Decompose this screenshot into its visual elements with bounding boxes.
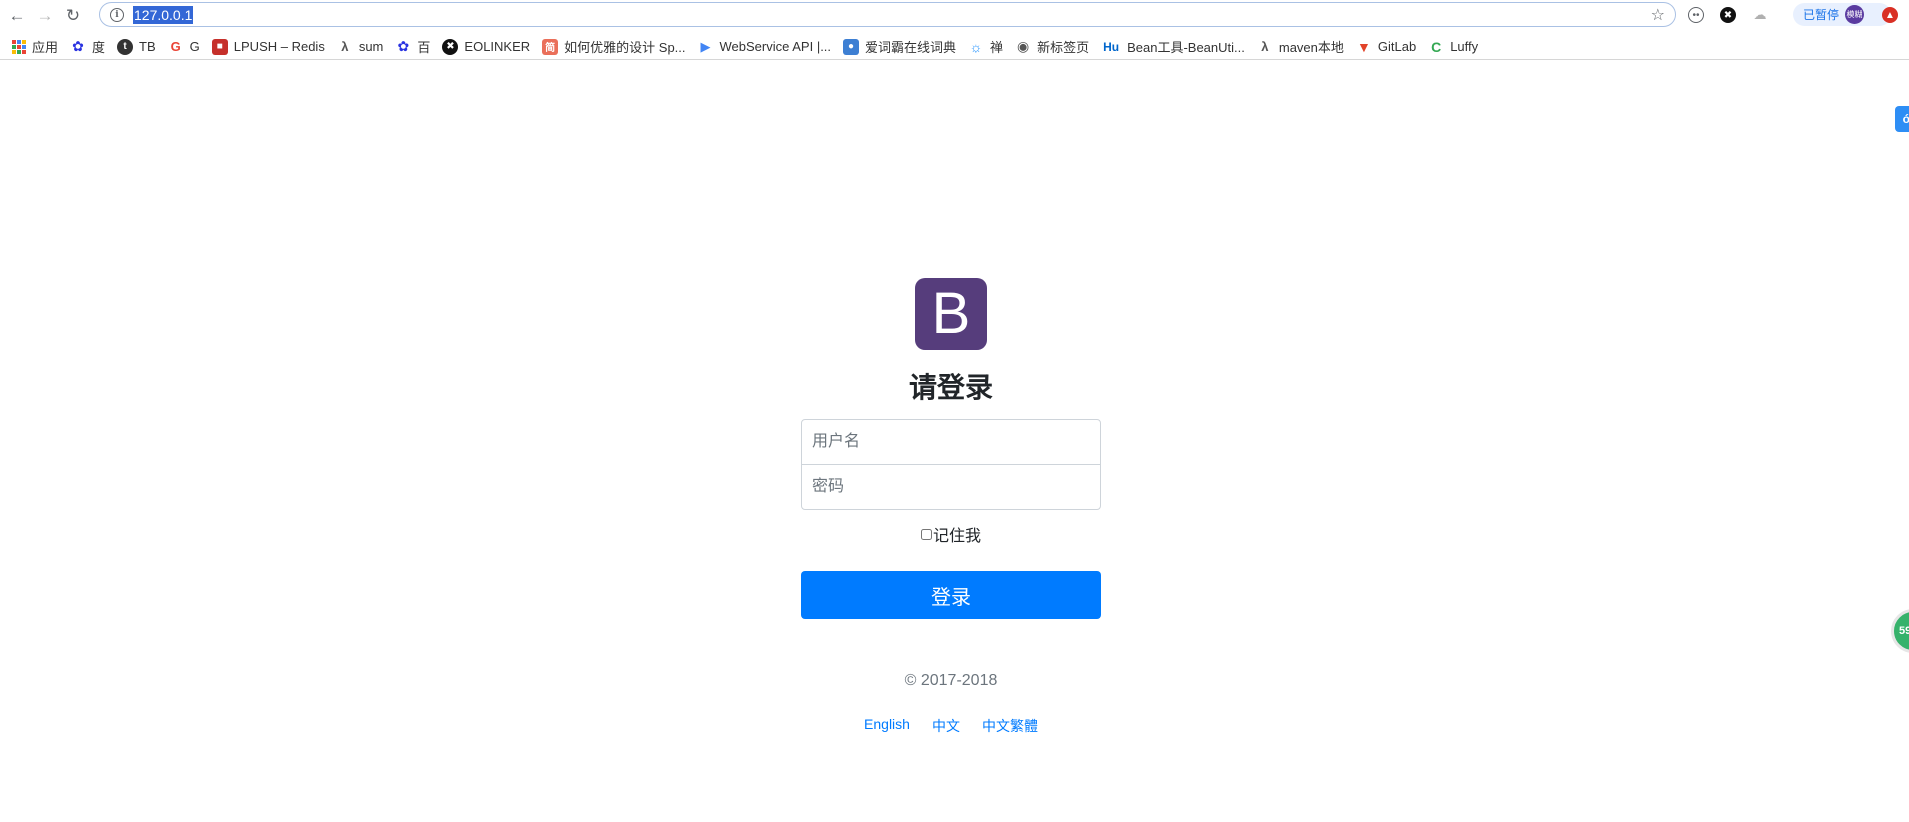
iciba-icon: ● xyxy=(843,38,860,55)
eolinker-icon: ✖ xyxy=(442,38,459,55)
bookmark-label: 禅 xyxy=(990,40,1004,55)
bookmark-zen[interactable]: ☼ 禅 xyxy=(962,36,1009,58)
forward-arrow-icon[interactable]: → xyxy=(34,4,56,26)
bookmark-iciba[interactable]: ● 爱词霸在线词典 xyxy=(837,36,962,58)
bookmarks-bar: 应用 ✿ 度 t TB G G ■ LPUSH – Redis λ sum ✿ … xyxy=(0,34,1909,60)
bookmark-label: G xyxy=(189,39,200,54)
bookmark-gitlab[interactable]: ▼ GitLab xyxy=(1350,36,1422,58)
profile-avatar: 模糊 xyxy=(1845,5,1865,24)
jian-icon: 简 xyxy=(542,38,559,55)
lang-zh-simplified-link[interactable]: 中文 xyxy=(932,716,960,736)
side-feedback-tab[interactable]: ó xyxy=(1895,106,1909,132)
signin-heading: 请登录 xyxy=(908,372,993,403)
language-switcher: English 中文 中文繁體 xyxy=(801,716,1101,736)
c-circle-icon: C xyxy=(1431,38,1442,55)
bookmark-label: GitLab xyxy=(1377,39,1417,54)
bookmark-eolinker[interactable]: ✖ EOLINKER xyxy=(436,36,536,58)
remember-me-row[interactable]: 记住我 xyxy=(801,522,1101,546)
browser-toolbar: ← → ↻ i 127.0.0.1 ☆ •• ✖ ☁ 已暂停 模糊 ▲ xyxy=(0,0,1909,30)
bookmark-label: maven本地 xyxy=(1278,40,1344,55)
profile-paused-button[interactable]: 已暂停 模糊 xyxy=(1793,3,1891,26)
redis-cube-icon: ■ xyxy=(211,38,228,55)
ghost-extension-icon[interactable]: •• xyxy=(1688,7,1704,23)
lang-zh-traditional-link[interactable]: 中文繁體 xyxy=(982,716,1038,736)
zen-spiral-icon: ☼ xyxy=(969,38,983,55)
t-circle-icon: t xyxy=(117,38,134,55)
bootstrap-logo-icon: B xyxy=(915,278,987,350)
bookmark-newtab[interactable]: ◉ 新标签页 xyxy=(1009,36,1095,58)
bookmark-label: EOLINKER xyxy=(464,39,531,54)
bookmark-label: LPUSH – Redis xyxy=(233,39,325,54)
lambda-icon: λ xyxy=(1261,39,1269,54)
baidu-paw-icon: ✿ xyxy=(72,38,84,54)
bookmark-maven[interactable]: λ maven本地 xyxy=(1251,36,1350,58)
bookmark-label: 如何优雅的设计 Sp... xyxy=(564,40,686,55)
address-url[interactable]: 127.0.0.1 xyxy=(133,5,194,24)
bookmark-label: 爱词霸在线词典 xyxy=(865,40,957,55)
bookmark-label: 应用 xyxy=(32,40,59,55)
globe-icon: ◉ xyxy=(1016,38,1030,54)
back-arrow-icon[interactable]: ← xyxy=(6,4,28,26)
bookmark-google[interactable]: G G xyxy=(162,36,206,58)
google-g-icon: G xyxy=(170,39,181,54)
bookmark-sum[interactable]: λ sum xyxy=(331,36,390,58)
bookmark-apps[interactable]: 应用 xyxy=(6,36,64,58)
username-input[interactable] xyxy=(801,419,1101,465)
apps-grid-icon xyxy=(12,39,26,54)
bookmark-label: Luffy xyxy=(1450,39,1479,54)
bookmark-redis[interactable]: ■ LPUSH – Redis xyxy=(206,36,331,58)
update-arrow-icon[interactable]: ▲ xyxy=(1882,7,1898,23)
bookmark-bai[interactable]: ✿ 百 xyxy=(389,36,436,58)
bookmark-label: Bean工具-BeanUti... xyxy=(1127,40,1245,55)
eolinker-extension-icon[interactable]: ✖ xyxy=(1720,7,1736,23)
bookmark-webservice[interactable]: ▶ WebService API |... xyxy=(692,36,838,58)
reload-icon[interactable]: ↻ xyxy=(62,4,84,26)
bookmark-label: WebService API |... xyxy=(719,39,832,54)
copyright-text: © 2017-2018 xyxy=(904,672,998,689)
bookmark-star-icon[interactable]: ☆ xyxy=(1651,5,1665,25)
bookmark-label: 度 xyxy=(92,40,106,55)
bookmark-label: 百 xyxy=(417,40,431,55)
speed-ball-widget[interactable]: 59 xyxy=(1891,609,1909,653)
address-bar[interactable]: i 127.0.0.1 ☆ xyxy=(99,2,1676,27)
cloud-extension-icon[interactable]: ☁ xyxy=(1752,7,1768,23)
remember-me-label: 记住我 xyxy=(932,528,981,545)
bookmark-label: 新标签页 xyxy=(1037,40,1090,55)
paused-label: 已暂停 xyxy=(1803,8,1840,22)
bookmark-label: sum xyxy=(358,39,384,54)
play-arrow-icon: ▶ xyxy=(700,38,711,54)
gitlab-fox-icon: ▼ xyxy=(1356,38,1371,55)
lambda-icon: λ xyxy=(341,39,349,54)
bookmark-du[interactable]: ✿ 度 xyxy=(64,36,111,58)
bookmark-label: TB xyxy=(139,39,156,54)
login-button[interactable]: 登录 xyxy=(801,571,1101,619)
bookmark-tb[interactable]: t TB xyxy=(111,36,162,58)
site-info-icon[interactable]: i xyxy=(110,7,124,22)
baidu-paw-icon: ✿ xyxy=(397,38,410,54)
hu-icon: Hu xyxy=(1103,39,1120,54)
lang-english-link[interactable]: English xyxy=(864,716,910,736)
remember-me-checkbox[interactable] xyxy=(920,528,932,540)
signin-form: B 请登录 记住我 登录 © 2017-2018 English 中文 中文繁體 xyxy=(801,278,1101,736)
bookmark-luffy[interactable]: C Luffy xyxy=(1422,36,1484,58)
bookmark-beanutil[interactable]: Hu Bean工具-BeanUti... xyxy=(1095,36,1251,58)
bookmark-jianshu[interactable]: 简 如何优雅的设计 Sp... xyxy=(536,36,691,58)
password-input[interactable] xyxy=(801,464,1101,510)
